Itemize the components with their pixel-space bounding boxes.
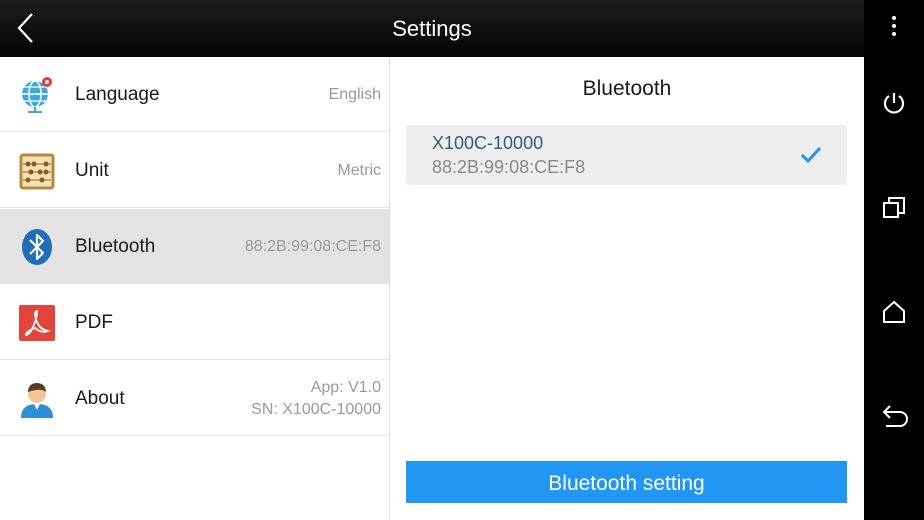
system-back-button[interactable] (874, 396, 914, 436)
serial-number: SN: X100C-10000 (251, 401, 381, 418)
settings-row-bluetooth[interactable]: Bluetooth 88:2B:99:08:CE:F8 (0, 209, 389, 284)
power-button[interactable] (874, 83, 914, 123)
settings-row-pdf[interactable]: PDF (0, 285, 389, 360)
bluetooth-label: Bluetooth (75, 236, 156, 257)
settings-list: Language English Unit Metric Bluetooth 8… (0, 57, 390, 520)
chevron-left-icon (17, 13, 33, 43)
panel-title: Bluetooth (582, 77, 672, 100)
top-bar: Settings (0, 0, 864, 57)
device-mac: 88:2B:99:08:CE:F8 (432, 157, 586, 177)
more-vert-icon (892, 16, 896, 36)
user-avatar-icon (21, 383, 53, 418)
bluetooth-value: 88:2B:99:08:CE:F8 (244, 238, 381, 255)
pdf-label: PDF (75, 312, 113, 333)
settings-row-language[interactable]: Language English (0, 57, 389, 132)
page-title: Settings (392, 16, 472, 41)
more-button[interactable] (874, 6, 914, 46)
checkmark-icon (800, 146, 822, 164)
unit-value: Metric (337, 162, 381, 179)
power-icon (883, 93, 905, 114)
globe-pin-icon (22, 77, 52, 113)
home-icon (883, 300, 905, 323)
language-label: Language (75, 84, 160, 105)
about-info: App: V1.0 SN: X100C-10000 (251, 377, 381, 421)
recents-button[interactable] (874, 188, 914, 228)
settings-app: Settings Language English Unit Metric Bl… (0, 0, 864, 520)
bluetooth-panel: Bluetooth X100C-10000 88:2B:99:08:CE:F8 … (390, 57, 864, 520)
device-name: X100C-10000 (432, 133, 544, 153)
settings-row-about[interactable]: About App: V1.0 SN: X100C-10000 (0, 361, 389, 436)
system-nav-bar (864, 0, 924, 520)
bluetooth-icon (22, 229, 52, 265)
back-icon (882, 405, 908, 427)
bluetooth-setting-button[interactable]: Bluetooth setting (406, 461, 847, 503)
settings-row-unit[interactable]: Unit Metric (0, 133, 389, 208)
home-button[interactable] (874, 292, 914, 332)
app-version: App: V1.0 (310, 379, 381, 396)
device-list-item[interactable]: X100C-10000 88:2B:99:08:CE:F8 (406, 125, 847, 185)
abacus-icon (19, 153, 55, 190)
back-button[interactable] (6, 6, 46, 50)
about-label: About (75, 388, 125, 409)
recents-icon (883, 197, 905, 218)
language-value: English (328, 86, 381, 103)
unit-label: Unit (75, 160, 109, 181)
pdf-icon (19, 305, 55, 341)
